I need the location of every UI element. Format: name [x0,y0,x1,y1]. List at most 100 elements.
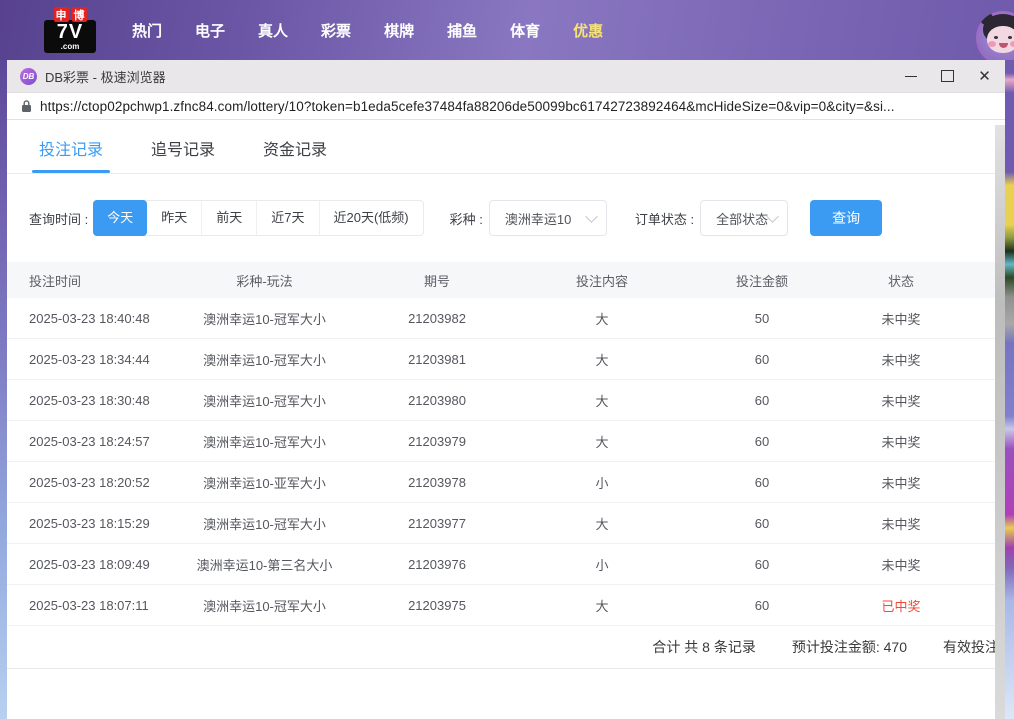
cell-status: 未中奖 [837,309,965,328]
minimize-icon [905,76,917,77]
page-background-left-strip [0,60,7,719]
nav-item-promo[interactable]: 优惠 [573,20,603,41]
avatar-face [987,26,1014,53]
lottery-type-value: 澳洲幸运10 [505,209,571,228]
cell-bet-content: 小 [517,555,687,574]
maximize-button[interactable] [929,60,966,93]
cell-game-play: 澳洲幸运10-冠军大小 [172,391,357,410]
cell-issue: 21203976 [357,557,517,572]
nav-item-sports[interactable]: 体育 [510,20,540,41]
order-status-value: 全部状态 [716,209,768,228]
logo-suffix-text: .com [48,43,92,51]
logo-main-text: 7V [48,22,92,42]
cell-bet-content: 大 [517,309,687,328]
cell-game-play: 澳洲幸运10-第三名大小 [172,555,357,574]
user-avatar[interactable] [976,11,1014,65]
cell-bet-time: 2025-03-23 18:15:29 [7,516,172,531]
cell-bet-time: 2025-03-23 18:40:48 [7,311,172,326]
site-logo[interactable]: 申 博 7V .com [44,7,96,53]
avatar-blush-left [988,41,996,47]
close-button[interactable]: ✕ [966,60,1003,93]
avatar-eye-right [1008,36,1012,39]
table-row: 2025-03-23 18:30:48 澳洲幸运10-冠军大小 21203980… [7,380,1005,421]
browser-window: DB DB彩票 - 极速浏览器 ✕ https://ctop02pchwp1.z… [7,60,1005,719]
table-row: 2025-03-23 18:34:44 澳洲幸运10-冠军大小 21203981… [7,339,1005,380]
nav-item-live[interactable]: 真人 [258,20,288,41]
record-tabs: 投注记录 追号记录 资金记录 [7,120,1005,174]
close-icon: ✕ [978,69,991,84]
cell-issue: 21203980 [357,393,517,408]
filter-row: 查询时间 : 今天 昨天 前天 近7天 近20天(低频) 彩种 : 澳洲幸运10… [29,200,1005,236]
cell-game-play: 澳洲幸运10-冠军大小 [172,514,357,533]
time-range-group: 今天 昨天 前天 近7天 近20天(低频) [93,200,423,236]
cell-bet-time: 2025-03-23 18:34:44 [7,352,172,367]
lottery-type-select[interactable]: 澳洲幸运10 [489,200,607,236]
time-option-20days[interactable]: 近20天(低频) [319,201,423,235]
cell-bet-content: 大 [517,391,687,410]
search-button[interactable]: 查询 [810,200,882,236]
chevron-down-icon [766,210,779,223]
window-title: DB彩票 - 极速浏览器 [45,67,166,86]
cell-bet-amount: 60 [687,516,837,531]
cell-bet-amount: 60 [687,598,837,613]
url-text[interactable]: https://ctop02pchwp1.zfnc84.com/lottery/… [40,99,895,114]
cell-bet-time: 2025-03-23 18:20:52 [7,475,172,490]
table-row: 2025-03-23 18:20:52 澳洲幸运10-亚军大小 21203978… [7,462,1005,503]
lottery-type-label: 彩种 : [450,209,483,228]
cell-bet-amount: 60 [687,393,837,408]
table-row: 2025-03-23 18:24:57 澳洲幸运10-冠军大小 21203979… [7,421,1005,462]
logo-badge-left: 申 [54,7,69,22]
browser-title-bar[interactable]: DB DB彩票 - 极速浏览器 ✕ [7,60,1005,93]
summary-total-records: 合计 共 8 条记录 [652,637,755,657]
header-status: 状态 [837,271,965,290]
nav-item-lottery[interactable]: 彩票 [321,20,351,41]
summary-row: 合计 共 8 条记录 预计投注金额: 470 有效投注金额 [7,626,1005,669]
site-banner: 申 博 7V .com 热门 电子 真人 彩票 棋牌 捕鱼 体育 优惠 [0,0,1014,60]
tab-chase-records[interactable]: 追号记录 [149,120,217,173]
cell-game-play: 澳洲幸运10-冠军大小 [172,309,357,328]
order-status-select[interactable]: 全部状态 [700,200,788,236]
lock-icon [21,99,32,113]
tab-bet-records[interactable]: 投注记录 [37,120,105,173]
nav-item-cards[interactable]: 棋牌 [384,20,414,41]
chevron-down-icon [585,210,598,223]
cell-status: 未中奖 [837,555,965,574]
time-option-yesterday[interactable]: 昨天 [147,201,201,235]
logo-badge-right: 博 [72,7,87,22]
nav-item-fishing[interactable]: 捕鱼 [447,20,477,41]
address-bar[interactable]: https://ctop02pchwp1.zfnc84.com/lottery/… [7,93,1005,120]
cell-status: 未中奖 [837,432,965,451]
cell-bet-amount: 60 [687,475,837,490]
cell-game-play: 澳洲幸运10-亚军大小 [172,473,357,492]
summary-expected-amount: 预计投注金额: 470 [792,637,907,657]
time-option-day-before[interactable]: 前天 [201,201,256,235]
cell-issue: 21203982 [357,311,517,326]
tab-fund-records[interactable]: 资金记录 [261,120,329,173]
cell-bet-time: 2025-03-23 18:09:49 [7,557,172,572]
header-bet-time: 投注时间 [7,271,172,290]
avatar-eye-left [994,36,998,39]
cell-bet-time: 2025-03-23 18:30:48 [7,393,172,408]
header-bet-content: 投注内容 [517,271,687,290]
minimize-button[interactable] [892,60,929,93]
time-option-7days[interactable]: 近7天 [256,201,318,235]
cell-bet-content: 大 [517,350,687,369]
vertical-scrollbar[interactable] [995,125,1005,719]
order-status-label: 订单状态 : [635,209,694,228]
nav-item-slots[interactable]: 电子 [195,20,225,41]
cell-status: 未中奖 [837,514,965,533]
time-option-today[interactable]: 今天 [93,200,147,236]
cell-game-play: 澳洲幸运10-冠军大小 [172,350,357,369]
browser-app-icon: DB [20,68,37,85]
cell-game-play: 澳洲幸运10-冠军大小 [172,432,357,451]
nav-item-hot[interactable]: 热门 [132,20,162,41]
cell-game-play: 澳洲幸运10-冠军大小 [172,596,357,615]
cell-issue: 21203978 [357,475,517,490]
logo-body: 7V .com [44,20,96,53]
cell-bet-amount: 60 [687,434,837,449]
cell-bet-amount: 60 [687,557,837,572]
table-row: 2025-03-23 18:15:29 澳洲幸运10-冠军大小 21203977… [7,503,1005,544]
header-issue: 期号 [357,271,517,290]
cell-issue: 21203979 [357,434,517,449]
header-bet-amount: 投注金额 [687,271,837,290]
